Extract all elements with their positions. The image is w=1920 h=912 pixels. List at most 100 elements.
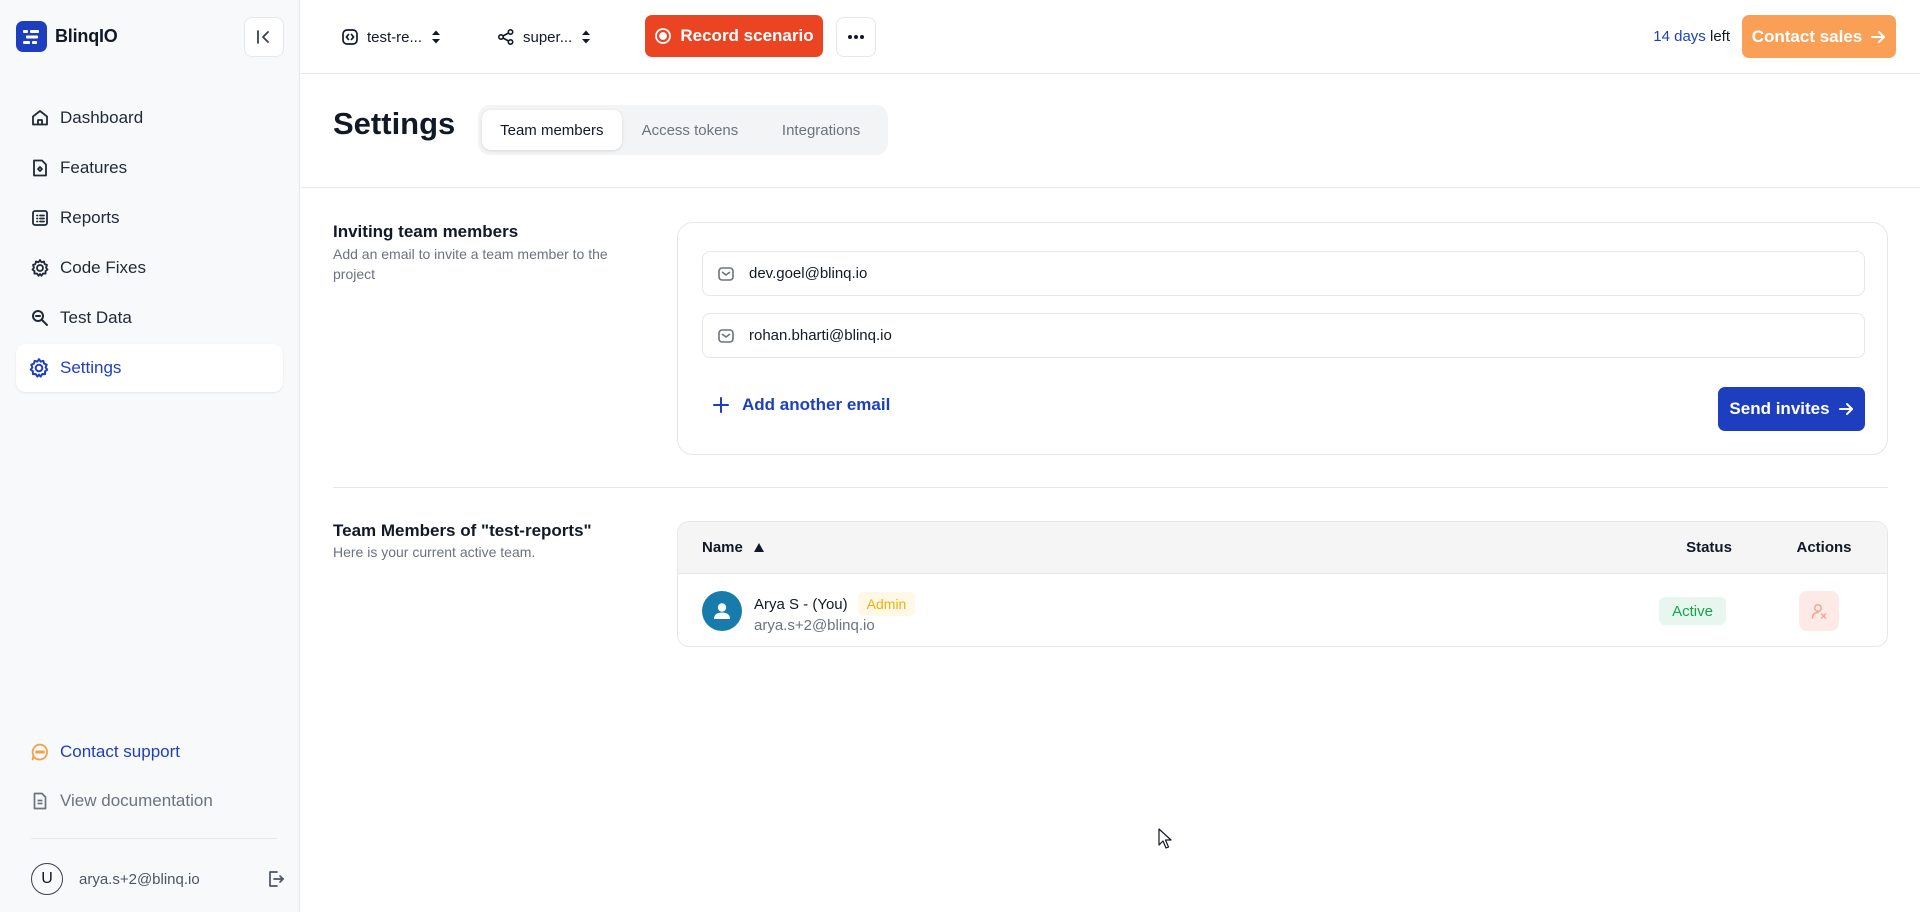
avatar xyxy=(702,591,742,631)
logout-icon xyxy=(269,871,284,887)
send-invites-label: Send invites xyxy=(1729,399,1830,418)
record-scenario-label: Record scenario xyxy=(680,26,814,45)
send-invites-button[interactable]: Send invites xyxy=(1718,387,1865,431)
sidebar: BlinqIO Dashboard Features Reports Code … xyxy=(0,0,300,912)
sidebar-item-label: Code Fixes xyxy=(60,258,146,277)
team-section-title: Team Members of "test-reports" xyxy=(333,521,592,540)
project-name: test-re... xyxy=(367,28,423,46)
branch-nodes-icon xyxy=(497,28,514,46)
app-name: BlinqIO xyxy=(55,26,118,46)
view-documentation-link[interactable]: View documentation xyxy=(16,783,283,819)
document-icon xyxy=(33,792,47,810)
trial-remaining: 14 days left xyxy=(1653,28,1730,45)
sidebar-item-code-fixes[interactable]: Code Fixes xyxy=(16,244,283,292)
search-data-icon xyxy=(32,310,48,326)
team-members-table: Name Status Actions Arya S - (You) Admin… xyxy=(677,521,1888,647)
more-dots-icon xyxy=(848,35,864,39)
sidebar-item-reports[interactable]: Reports xyxy=(16,194,283,242)
status-badge: Active xyxy=(1659,597,1726,625)
logout-button[interactable] xyxy=(266,869,286,889)
contact-support-label: Contact support xyxy=(60,742,181,761)
table-header: Name Status Actions xyxy=(678,522,1887,574)
collapse-left-icon xyxy=(257,30,269,44)
email-input[interactable] xyxy=(749,265,1849,282)
contact-sales-label: Contact sales xyxy=(1751,26,1863,46)
email-field[interactable] xyxy=(702,313,1865,358)
remove-member-button[interactable] xyxy=(1799,591,1839,631)
contact-support-link[interactable]: Contact support xyxy=(16,734,283,770)
view-documentation-label: View documentation xyxy=(60,791,213,810)
settings-icon xyxy=(29,358,49,378)
email-input[interactable] xyxy=(749,327,1849,344)
chevron-up-down-icon xyxy=(582,30,591,44)
trial-days: 14 days xyxy=(1653,28,1706,45)
user-silhouette-icon xyxy=(714,603,730,619)
member-email: arya.s+2@blinq.io xyxy=(754,617,875,634)
user-email: arya.s+2@blinq.io xyxy=(79,870,200,888)
plus-icon xyxy=(713,397,729,413)
sidebar-nav: Dashboard Features Reports Code Fixes Te… xyxy=(16,94,283,394)
mouse-cursor-icon xyxy=(1158,828,1172,849)
tab-access-tokens[interactable]: Access tokens xyxy=(622,110,759,150)
role-badge: Admin xyxy=(857,592,916,616)
sidebar-item-label: Reports xyxy=(60,208,120,227)
sidebar-footer-links: Contact support View documentation xyxy=(16,734,283,819)
page-title: Settings xyxy=(333,106,456,141)
trial-suffix: left xyxy=(1705,28,1730,45)
app-logo[interactable]: BlinqIO xyxy=(16,21,118,52)
collapse-sidebar-button[interactable] xyxy=(244,17,284,57)
sidebar-item-test-data[interactable]: Test Data xyxy=(16,294,283,342)
column-header-actions: Actions xyxy=(1796,539,1852,556)
project-selector[interactable]: test-re... xyxy=(341,20,442,54)
chevron-up-down-icon xyxy=(432,30,441,44)
invite-section-description: Add an email to invite a team member to … xyxy=(333,246,608,282)
tab-integrations[interactable]: Integrations xyxy=(758,110,884,150)
sidebar-divider xyxy=(31,838,277,839)
sidebar-item-label: Dashboard xyxy=(60,108,144,127)
table-row: Arya S - (You) Admin arya.s+2@blinq.io A… xyxy=(678,574,1887,646)
feature-file-icon xyxy=(33,159,47,177)
tab-team-members[interactable]: Team members xyxy=(482,110,622,150)
project-icon xyxy=(342,29,358,45)
arrow-right-icon xyxy=(1871,30,1886,43)
column-header-status: Status xyxy=(1686,539,1732,556)
sidebar-item-features[interactable]: Features xyxy=(16,144,283,192)
list-report-icon xyxy=(32,210,48,226)
mail-icon xyxy=(718,328,734,343)
invite-card: Add another email Send invites xyxy=(677,222,1888,455)
user-remove-icon xyxy=(1811,603,1827,619)
avatar[interactable]: U xyxy=(31,863,63,895)
more-options-button[interactable] xyxy=(836,17,876,57)
mail-icon xyxy=(718,266,734,281)
sidebar-item-settings[interactable]: Settings xyxy=(16,344,283,392)
logo-icon xyxy=(16,21,47,52)
home-icon xyxy=(32,110,48,126)
header-divider xyxy=(301,187,1920,188)
environment-selector[interactable]: super... xyxy=(497,20,592,54)
chat-bubble-icon xyxy=(31,743,48,761)
column-header-name[interactable]: Name xyxy=(702,539,765,556)
team-section-description: Here is your current active team. xyxy=(333,544,536,560)
sort-ascending-icon xyxy=(753,543,764,552)
arrow-right-icon xyxy=(1838,403,1853,415)
contact-sales-button[interactable]: Contact sales xyxy=(1742,15,1896,58)
member-name: Arya S - (You) xyxy=(754,595,848,613)
add-another-email-button[interactable]: Add another email xyxy=(712,395,890,415)
sidebar-item-dashboard[interactable]: Dashboard xyxy=(16,94,283,142)
user-account: U arya.s+2@blinq.io xyxy=(31,863,286,895)
member-name-line: Arya S - (You) Admin xyxy=(754,592,916,616)
top-bar: test-re... super... Record scenario 14 d… xyxy=(301,0,1920,74)
environment-name: super... xyxy=(523,28,573,46)
sidebar-item-label: Features xyxy=(60,158,128,177)
record-icon xyxy=(655,28,672,44)
add-another-email-label: Add another email xyxy=(742,395,891,414)
invite-section-title: Inviting team members xyxy=(333,222,519,241)
email-field[interactable] xyxy=(702,251,1865,296)
section-divider xyxy=(333,487,1888,488)
settings-tabs: Team members Access tokens Integrations xyxy=(478,105,888,155)
sidebar-item-label: Settings xyxy=(60,358,122,377)
gear-icon xyxy=(31,259,49,277)
column-name-label: Name xyxy=(702,539,743,556)
record-scenario-button[interactable]: Record scenario xyxy=(645,15,823,57)
sidebar-item-label: Test Data xyxy=(60,308,132,327)
